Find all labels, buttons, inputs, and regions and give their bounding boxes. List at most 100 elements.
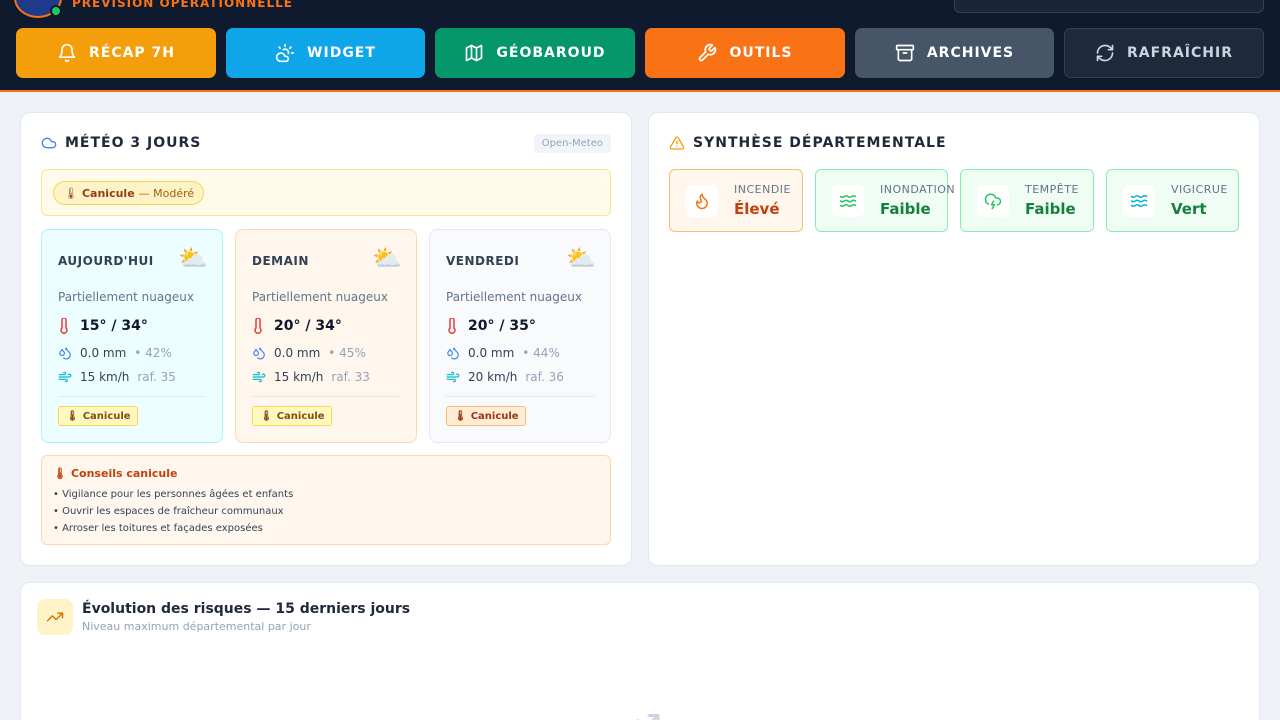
source-tag: Open-Meteo [533,134,611,153]
humidity-value: • 42% [134,346,172,360]
app-subtitle: PRÉVISION OPÉRATIONNELLE [72,0,293,10]
alert-bar: 🌡 Canicule — Modéré [41,169,611,216]
day-rain: 0.0 mm • 42% [58,346,172,360]
status-badge: 🌡 Canicule [58,406,138,426]
wind-icon [58,371,72,383]
droplets-icon [447,347,459,360]
day-card-tomorrow: DEMAIN ⛅ Partiellement nuageux 20° / 34°… [235,229,417,443]
risk-label: TEMPÊTE [1025,183,1079,196]
day-description: Partiellement nuageux [58,290,194,304]
day-name: AUJOURD'HUI [58,254,154,268]
thermometer-icon [60,318,68,334]
badge-label: Canicule [470,410,519,422]
risk-card-vigicrue[interactable]: VIGICRUE Vert [1106,169,1239,232]
partly-cloudy-icon: ⛅ [178,244,208,272]
day-temperature: 15° / 34° [58,318,148,334]
widget-label: WIDGET [307,45,376,61]
rain-value: 0.0 mm [80,346,127,360]
badge-label: Canicule [82,410,131,422]
day-temperature: 20° / 35° [446,318,536,334]
thermometer-icon [448,318,456,334]
risk-value: Faible [1025,200,1076,218]
synthese-card: SYNTHÈSE DÉPARTEMENTALE INCENDIE Élevé I… [648,112,1260,566]
partly-cloudy-icon: ⛅ [566,244,596,272]
refresh-label: RAFRAÎCHIR [1127,45,1233,61]
refresh-button[interactable]: RAFRAÎCHIR [1064,28,1264,78]
advice-title: 🌡 Conseils canicule [53,467,177,480]
alert-level: — Modéré [138,186,195,200]
thermometer-icon: 🌡 [53,467,67,480]
wind-value: 15 km/h [80,370,130,384]
advice-title-text: Conseils canicule [70,467,178,480]
online-status-dot [50,5,62,17]
wind-value: 15 km/h [274,370,324,384]
status-badge: 🌡 Canicule [446,406,526,426]
evolution-card: Évolution des risques — 15 derniers jour… [20,582,1260,720]
day-rain: 0.0 mm • 44% [446,346,560,360]
day-temperature: 20° / 34° [252,318,342,334]
advice-item: • Vigilance pour les personnes âgées et … [53,489,294,500]
thermometer-icon: 🌡 [260,410,273,422]
risk-card-tempete[interactable]: TEMPÊTE Faible [960,169,1094,232]
divider [252,396,400,397]
wind-icon [252,371,266,383]
trending-up-icon [37,599,73,635]
advice-list: • Vigilance pour les personnes âgées et … [53,486,293,537]
search-input[interactable] [954,0,1264,13]
wind-icon [446,371,460,383]
risk-label: INCENDIE [734,183,791,196]
synthese-title-text: SYNTHÈSE DÉPARTEMENTALE [693,135,947,151]
cloud-icon [41,137,57,149]
top-header: PRÉVISION OPÉRATIONNELLE RÉCAP 7H WIDGET… [0,0,1280,92]
archive-icon [895,44,915,62]
meteo-title: MÉTÉO 3 JOURS [41,135,201,151]
humidity-value: • 45% [328,346,366,360]
thermometer-icon [254,318,262,334]
droplets-icon [253,347,265,360]
outils-button[interactable]: OUTILS [645,28,845,78]
temperature-value: 20° / 34° [274,318,342,334]
divider [446,396,594,397]
day-description: Partiellement nuageux [252,290,388,304]
alert-name: Canicule [81,186,135,200]
day-wind: 15 km/h raf. 35 [58,370,176,384]
risk-card-inondation[interactable]: INONDATION Faible [815,169,955,232]
temperature-value: 20° / 35° [468,318,536,334]
synthese-title: SYNTHÈSE DÉPARTEMENTALE [669,135,947,151]
outils-label: OUTILS [729,45,793,61]
evolution-title: Évolution des risques — 15 derniers jour… [82,601,411,617]
thermometer-icon: 🌡 [64,186,78,200]
widget-button[interactable]: WIDGET [226,28,425,78]
chart-placeholder-icon [636,714,660,720]
risk-card-incendie[interactable]: INCENDIE Élevé [669,169,803,232]
day-wind: 20 km/h raf. 36 [446,370,564,384]
advice-item: • Arroser les toitures et façades exposé… [53,523,263,534]
refresh-icon [1096,44,1114,62]
alert-pill[interactable]: 🌡 Canicule — Modéré [53,181,205,205]
gust-value: raf. 36 [525,370,564,384]
recap-7h-label: RÉCAP 7H [88,45,176,61]
day-name: DEMAIN [252,254,309,268]
waves-icon [832,185,864,217]
day-description: Partiellement nuageux [446,290,582,304]
archives-button[interactable]: ARCHIVES [855,28,1054,78]
day-name: VENDREDI [446,254,520,268]
risk-label: INONDATION [880,183,956,196]
map-icon [466,44,483,62]
risk-value: Faible [880,200,931,218]
warning-icon [669,136,685,150]
bell-icon [58,43,76,63]
thermometer-icon: 🌡 [66,410,79,422]
rain-value: 0.0 mm [468,346,515,360]
thermometer-icon: 🌡 [454,410,467,422]
recap-7h-button[interactable]: RÉCAP 7H [16,28,216,78]
geobaroud-button[interactable]: GÉOBAROUD [435,28,635,78]
day-card-today: AUJOURD'HUI ⛅ Partiellement nuageux 15° … [41,229,223,443]
day-wind: 15 km/h raf. 33 [252,370,370,384]
meteo-card: MÉTÉO 3 JOURS Open-Meteo 🌡 Canicule — Mo… [20,112,632,566]
badge-label: Canicule [276,410,325,422]
flame-icon [686,185,718,217]
wrench-icon [699,43,717,62]
day-card-friday: VENDREDI ⛅ Partiellement nuageux 20° / 3… [429,229,611,443]
advice-box: 🌡 Conseils canicule • Vigilance pour les… [41,455,611,545]
